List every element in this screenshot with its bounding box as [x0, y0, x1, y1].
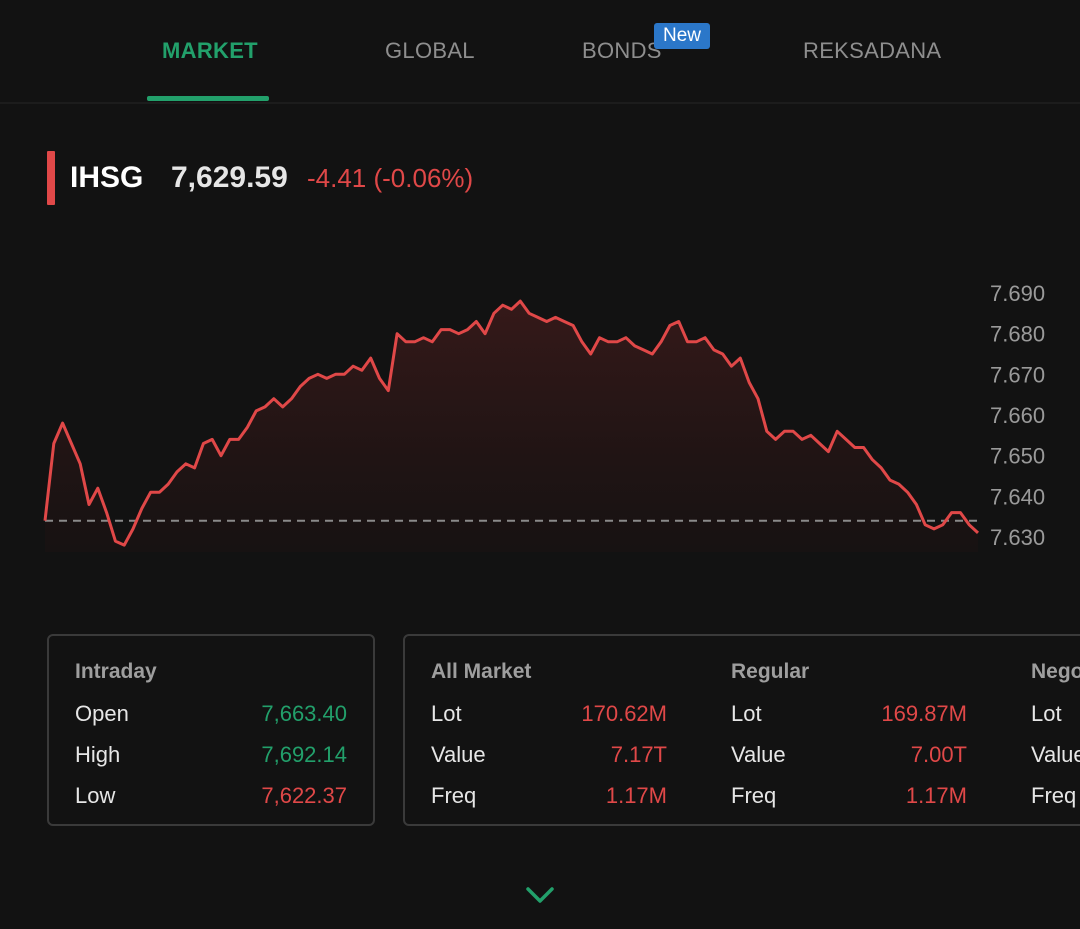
open-label: Open	[75, 701, 129, 726]
y-tick-label: 7.640	[990, 484, 1045, 509]
all-market-value-label: Value	[431, 742, 486, 767]
regular-title: Regular	[731, 660, 810, 683]
tab-reksadana[interactable]: REKSADANA	[803, 38, 941, 64]
negotiated-value-label: Value	[1031, 742, 1080, 767]
market-stats-card[interactable]: All Market Lot 170.62M Value 7.17T Freq …	[403, 634, 1080, 826]
all-market-freq-value: 1.17M	[605, 783, 667, 808]
index-change: -4.41 (-0.06%)	[307, 163, 474, 193]
index-value: 7,629.59	[171, 161, 288, 194]
tab-global[interactable]: GLOBAL	[385, 38, 475, 64]
negotiated-title: Nego	[1031, 660, 1080, 683]
new-badge: New	[654, 23, 710, 49]
y-tick-label: 7.680	[990, 322, 1045, 347]
chevron-down-icon[interactable]	[525, 884, 555, 906]
regular-freq-value: 1.17M	[905, 783, 967, 808]
regular-value-label: Value	[731, 742, 786, 767]
all-market-lot-label: Lot	[431, 701, 462, 726]
regular-freq-label: Freq	[731, 783, 777, 808]
index-indicator-bar	[47, 151, 55, 205]
active-tab-indicator	[147, 96, 269, 101]
negotiated-lot-label: Lot	[1031, 701, 1062, 726]
intraday-chart[interactable]: 7.690 7.680 7.670 7.660 7.650 7.640 7.630	[0, 270, 1080, 570]
high-value: 7,692.14	[261, 742, 347, 767]
low-value: 7,622.37	[261, 783, 347, 808]
all-market-value-value: 7.17T	[610, 742, 667, 767]
open-value: 7,663.40	[261, 701, 347, 726]
y-tick-label: 7.670	[990, 362, 1045, 387]
y-tick-label: 7.650	[990, 444, 1045, 469]
y-tick-label: 7.630	[990, 525, 1045, 550]
low-label: Low	[75, 783, 116, 808]
all-market-lot-value: 170.62M	[581, 701, 667, 726]
market-tabs: MARKET GLOBAL BONDS New REKSADANA	[0, 0, 1080, 104]
tab-market[interactable]: MARKET	[162, 38, 258, 64]
all-market-title: All Market	[431, 660, 532, 683]
high-label: High	[75, 742, 121, 767]
y-tick-label: 7.690	[990, 281, 1045, 306]
regular-lot-value: 169.87M	[881, 701, 967, 726]
all-market-freq-label: Freq	[431, 783, 477, 808]
tab-bonds[interactable]: BONDS	[582, 38, 662, 64]
intraday-title: Intraday	[75, 660, 157, 683]
negotiated-freq-label: Freq	[1031, 783, 1077, 808]
chart-area-fill	[45, 301, 978, 552]
index-name[interactable]: IHSG	[70, 161, 143, 195]
y-tick-label: 7.660	[990, 403, 1045, 428]
regular-lot-label: Lot	[731, 701, 762, 726]
regular-value-value: 7.00T	[910, 742, 967, 767]
intraday-card: Intraday Open 7,663.40 High 7,692.14 Low…	[47, 634, 375, 826]
